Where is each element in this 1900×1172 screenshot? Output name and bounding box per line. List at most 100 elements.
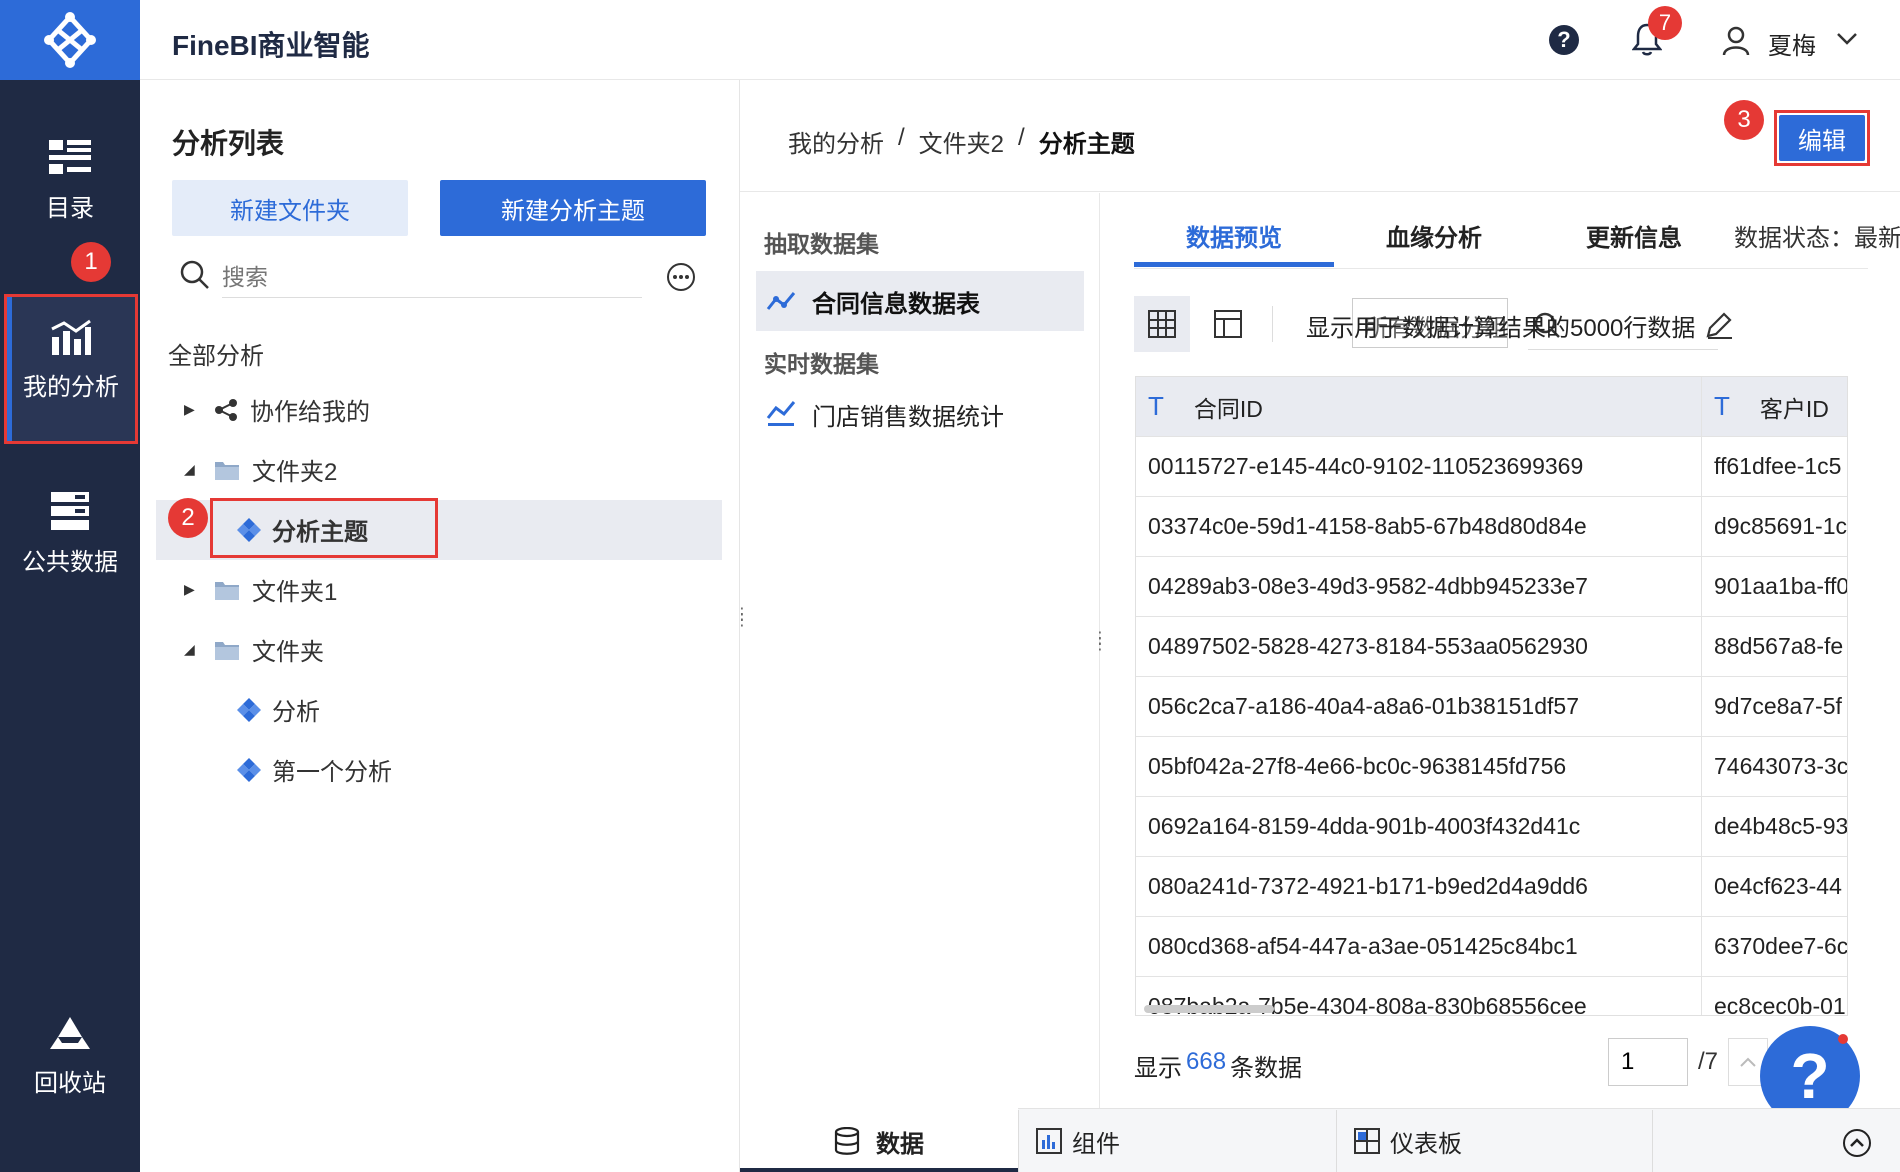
cell-contract-id: 00115727-e145-44c0-9102-110523699369	[1136, 437, 1702, 496]
table-row: 03374c0e-59d1-4158-8ab5-67b48d80d84e d9c8…	[1136, 497, 1847, 557]
column-header-label: 合同ID	[1193, 395, 1263, 422]
tree-item-first-analysis[interactable]: 第一个分析	[236, 752, 392, 787]
step-badge-1: 1	[71, 242, 111, 282]
column-header-contract-id[interactable]: T 合同ID	[1136, 377, 1702, 436]
tree-item-label: 文件夹1	[252, 579, 338, 606]
tree-item-analysis[interactable]: 分析	[236, 692, 320, 727]
folder-icon	[215, 641, 239, 660]
top-bar: FineBI商业智能 ? 7 夏梅	[140, 0, 1900, 80]
nav-public-data-label: 公共数据	[22, 549, 118, 576]
cell-contract-id: 04897502-5828-4273-8184-553aa0562930	[1136, 617, 1702, 676]
edit-button[interactable]: 编辑	[1779, 115, 1865, 161]
nav-recycle[interactable]: 回收站	[0, 1015, 140, 1098]
notification-count-badge: 7	[1648, 6, 1682, 40]
expand-down-icon[interactable]: ◢	[184, 461, 214, 478]
dataset-item-contract[interactable]: 合同信息数据表	[756, 271, 1084, 331]
cell-contract-id: 080cd368-af54-447a-a3ae-051425c84bc1	[1136, 917, 1702, 976]
cell-customer-id: 74643073-3c	[1714, 753, 1848, 779]
breadcrumb: 我的分析 / 文件夹2 / 分析主题	[788, 124, 1135, 159]
cell-customer-id: 9d7ce8a7-5f	[1714, 693, 1842, 719]
tree-item-label: 分析	[272, 699, 320, 726]
breadcrumb-separator: /	[898, 124, 905, 151]
cell-contract-id: 080a241d-7372-4921-b171-b9ed2d4a9dd6	[1136, 857, 1702, 916]
expand-down-icon[interactable]: ◢	[184, 641, 214, 658]
horizontal-scrollbar[interactable]	[1144, 1005, 1274, 1013]
help-icon[interactable]: ?	[1548, 24, 1580, 56]
nav-my-analysis[interactable]: 我的分析	[4, 294, 138, 444]
new-folder-button[interactable]: 新建文件夹	[172, 180, 408, 236]
panel-resize-handle[interactable]: ⋮ ⋮	[1092, 631, 1108, 653]
user-name[interactable]: 夏梅	[1768, 26, 1816, 61]
app-logo[interactable]	[0, 0, 140, 80]
breadcrumb-folder2[interactable]: 文件夹2	[919, 124, 1004, 159]
dataset-item-store-sales[interactable]: 门店销售数据统计	[766, 389, 1004, 439]
nav-recycle-label: 回收站	[34, 1070, 106, 1097]
cell-customer-id: de4b48c5-93	[1714, 813, 1848, 839]
column-header-customer-id[interactable]: T 客户ID	[1702, 377, 1847, 436]
tree-item-label: 分析主题	[272, 519, 368, 546]
realtime-dataset-title: 实时数据集	[764, 351, 879, 377]
component-chart-icon	[1036, 1128, 1062, 1154]
dataset-item-label: 门店销售数据统计	[812, 403, 1004, 431]
user-avatar-icon[interactable]	[1722, 26, 1750, 56]
page-total: /7	[1698, 1048, 1719, 1075]
bottom-tab-component[interactable]: 组件	[1036, 1110, 1120, 1172]
edit-pencil-icon[interactable]	[1704, 310, 1734, 340]
tab-separator	[1652, 1110, 1653, 1172]
layout-icon	[1214, 310, 1242, 338]
expand-right-icon[interactable]: ▶	[184, 581, 214, 598]
new-theme-button[interactable]: 新建分析主题	[440, 180, 706, 236]
record-count-value: 668	[1186, 1048, 1227, 1075]
recycle-icon	[50, 1017, 90, 1049]
breadcrumb-my-analysis[interactable]: 我的分析	[788, 124, 884, 159]
tree-item-label: 第一个分析	[272, 759, 392, 786]
tab-divider	[1134, 268, 1868, 269]
theme-diamond-icon	[237, 757, 261, 782]
more-options-icon[interactable]	[666, 262, 696, 292]
public-data-icon	[51, 492, 89, 530]
cell-customer-id: 0e4cf623-44	[1714, 873, 1842, 899]
tab-active-indicator	[1134, 262, 1334, 267]
svg-text:?: ?	[1557, 27, 1570, 52]
dashboard-icon	[1354, 1128, 1380, 1154]
chevron-up-icon	[1740, 1057, 1756, 1067]
cell-customer-id: ff61dfee-1c5	[1714, 453, 1842, 479]
tab-update-info[interactable]: 更新信息	[1586, 218, 1682, 253]
cell-customer-id: 901aa1ba-ff0	[1714, 573, 1848, 599]
page-number-input[interactable]	[1608, 1038, 1688, 1086]
table-row: 05bf042a-27f8-4e66-bc0c-9638145fd756 7464…	[1136, 737, 1848, 797]
record-count: 显示 668 条数据	[1134, 1048, 1302, 1083]
tree-item-folder1[interactable]: ▶ 文件夹1	[184, 572, 337, 607]
dataset-realtime-icon	[766, 401, 796, 426]
breadcrumb-current: 分析主题	[1038, 131, 1135, 158]
table-row: 080a241d-7372-4921-b171-b9ed2d4a9dd6 0e4c…	[1136, 857, 1847, 917]
bottom-tab-data[interactable]: 数据	[834, 1110, 924, 1172]
left-nav: 目录 我的分析 1 公共数据 回收站	[0, 0, 140, 1172]
record-count-prefix: 显示	[1134, 1055, 1182, 1082]
tab-lineage[interactable]: 血缘分析	[1386, 218, 1482, 253]
bottom-tab-label: 组件	[1072, 1130, 1120, 1158]
group-dropdown-label: 所有数据分组	[1364, 315, 1508, 342]
all-analysis-label[interactable]: 全部分析	[168, 336, 264, 371]
nav-catalog[interactable]: 目录	[0, 140, 140, 223]
dataset-panel: 抽取数据集 合同信息数据表 实时数据集 门店销售数据统计	[740, 193, 1100, 1110]
bottom-tab-dashboard[interactable]: 仪表板	[1354, 1110, 1462, 1172]
grid-view-button[interactable]	[1134, 296, 1190, 352]
database-icon	[834, 1127, 860, 1155]
tab-separator	[1018, 1110, 1019, 1172]
tree-item-shared[interactable]: ▶ 协作给我的	[184, 392, 370, 427]
nav-public-data[interactable]: 公共数据	[0, 490, 140, 577]
collapse-up-icon[interactable]	[1842, 1128, 1872, 1158]
tree-item-label: 协作给我的	[250, 399, 370, 426]
layout-view-button[interactable]	[1200, 296, 1256, 352]
search-input[interactable]	[222, 258, 642, 298]
tab-data-preview[interactable]: 数据预览	[1186, 218, 1282, 253]
table-row: 0692a164-8159-4dda-901b-4003f432d41c de4b…	[1136, 797, 1848, 857]
tree-item-folder2[interactable]: ◢ 文件夹2	[184, 452, 337, 487]
tree-item-analysis-theme[interactable]: 分析主题	[236, 512, 368, 547]
data-preview-table: T 合同ID T 客户ID 00115727-e145-44c0-9102-11…	[1135, 376, 1848, 1016]
expand-right-icon[interactable]: ▶	[184, 401, 214, 418]
chevron-down-icon[interactable]	[1836, 32, 1858, 46]
tree-item-folder[interactable]: ◢ 文件夹	[184, 632, 324, 667]
tree-item-label: 文件夹	[252, 639, 324, 666]
